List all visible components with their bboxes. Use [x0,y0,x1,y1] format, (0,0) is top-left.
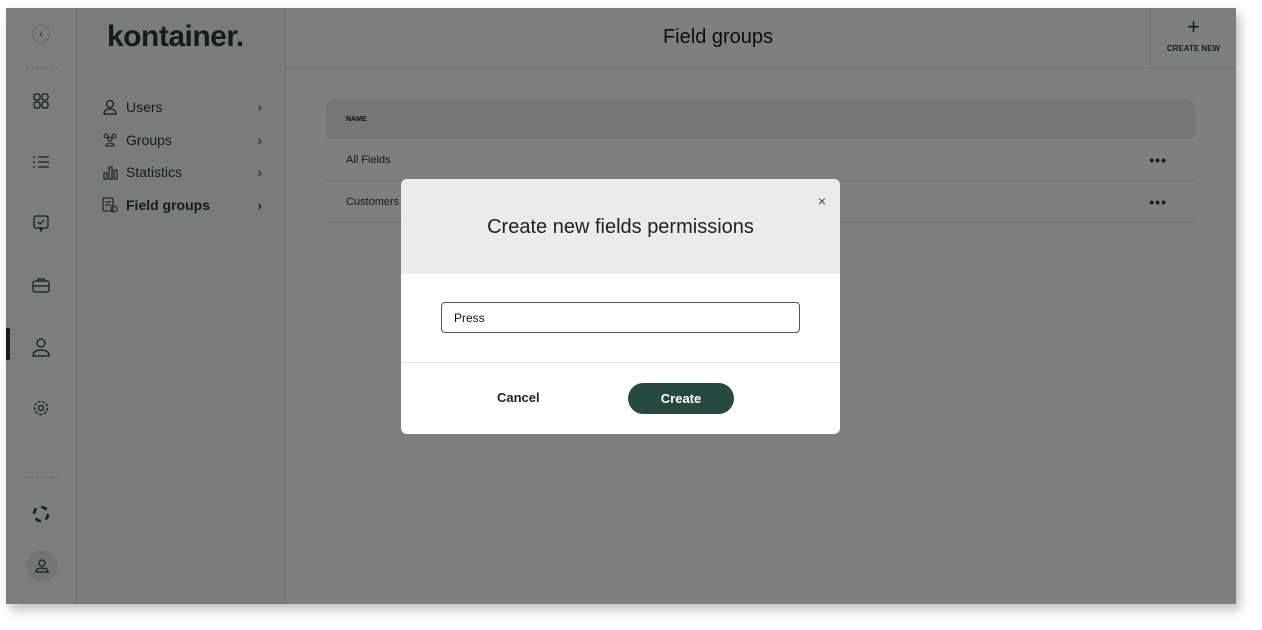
name-input[interactable] [441,302,800,333]
app-window: ‹ kontainer. Users› Groups› Statistics› … [6,8,1236,604]
modal-title: Create new fields permissions [401,179,840,274]
cancel-button[interactable]: Cancel [497,390,540,405]
divider [401,362,840,363]
create-permissions-modal: Create new fields permissions × Cancel C… [401,179,840,434]
close-icon[interactable]: × [818,193,826,209]
create-button[interactable]: Create [628,383,734,414]
